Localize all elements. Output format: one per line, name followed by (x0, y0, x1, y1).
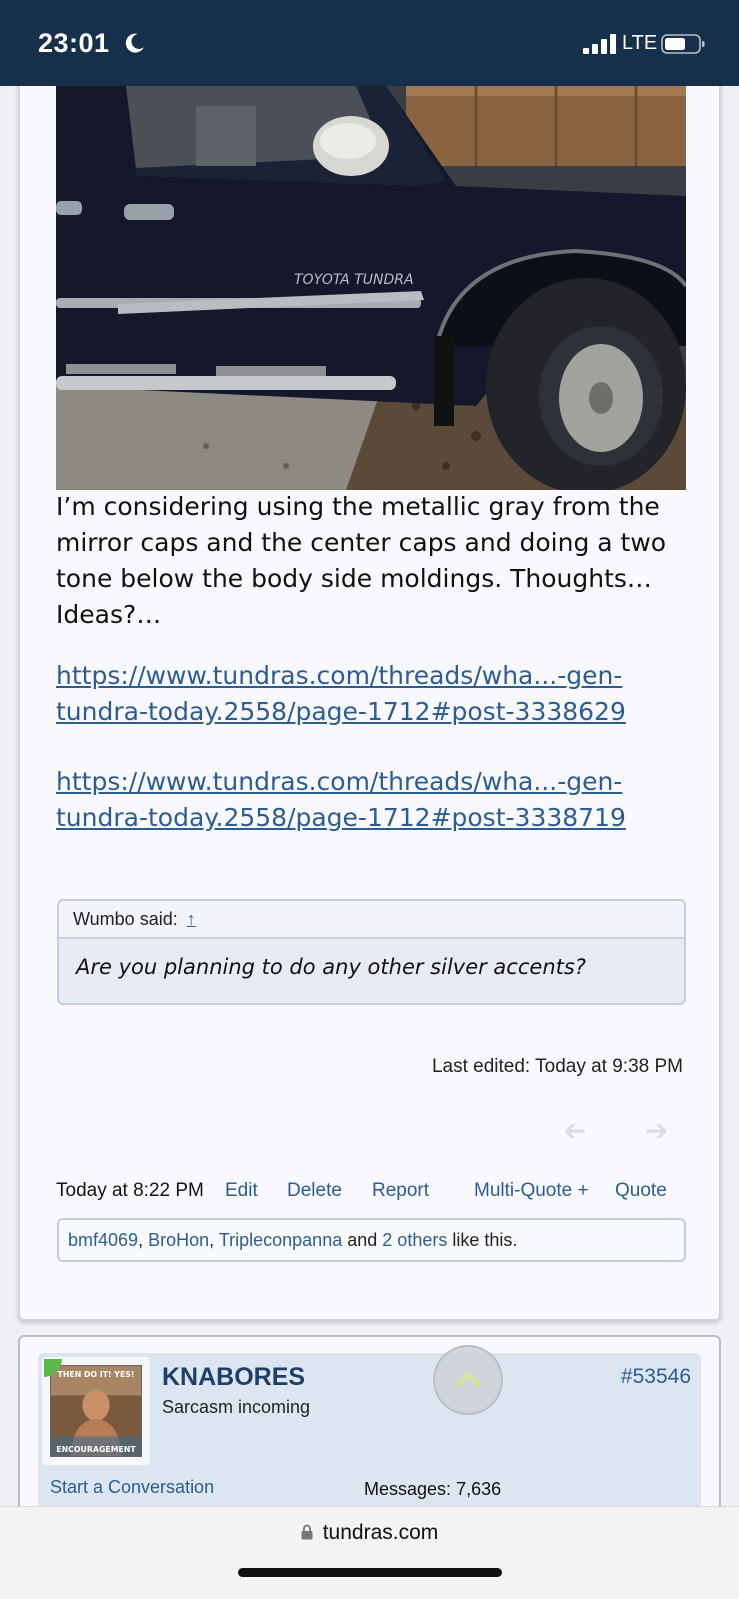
chevron-up-icon (455, 1371, 481, 1388)
post-card: TOYOTA TUNDRA I’m considering using the … (18, 86, 721, 1321)
messages-label: Messages: (364, 1479, 452, 1499)
likes-summary: bmf4069, BroHon, Tripleconpanna and 2 ot… (57, 1218, 686, 1262)
messages-count: 7,636 (456, 1479, 502, 1499)
status-bar: 23:01 LTE (0, 0, 739, 86)
avatar-caption-bottom: ENCOURAGEMENT (56, 1445, 136, 1454)
post-footer: Today at 8:22 PM Edit Delete Report Mult… (56, 1180, 686, 1206)
quote-text: Are you planning to do any other silver … (76, 955, 586, 979)
network-label: LTE (622, 32, 658, 54)
truck-photo[interactable]: TOYOTA TUNDRA (56, 86, 686, 490)
liker-link[interactable]: Tripleconpanna (219, 1230, 342, 1250)
multi-quote-link[interactable]: Multi-Quote + (474, 1180, 589, 1202)
report-link[interactable]: Report (372, 1180, 429, 1202)
post-link-2[interactable]: https://www.tundras.com/threads/wha...-g… (56, 764, 696, 836)
quote-author: Wumbo said: (73, 909, 178, 929)
avatar[interactable]: THEN DO IT! YES! ENCOURAGEMENT (50, 1365, 142, 1457)
arrow-left-icon[interactable]: ➔ (563, 1114, 586, 1147)
signal-icon (583, 34, 616, 54)
url-text: tundras.com (322, 1521, 439, 1544)
username[interactable]: KNABORES (162, 1363, 305, 1392)
likes-suffix: like this. (452, 1230, 518, 1250)
edit-link[interactable]: Edit (225, 1180, 258, 1202)
page-content[interactable]: TOYOTA TUNDRA I’m considering using the … (0, 86, 739, 1506)
lock-icon (301, 1524, 313, 1540)
post-number[interactable]: #53546 (621, 1365, 691, 1389)
quote-block: Wumbo said: ↑ Are you planning to do any… (57, 899, 686, 1005)
next-post-card: THEN DO IT! YES! ENCOURAGEMENT KNABORES … (18, 1335, 721, 1506)
post-timestamp[interactable]: Today at 8:22 PM (56, 1180, 204, 1202)
likes-others-link[interactable]: 2 others (382, 1230, 447, 1250)
post-link-1[interactable]: https://www.tundras.com/threads/wha...-g… (56, 658, 696, 730)
avatar-frame[interactable]: THEN DO IT! YES! ENCOURAGEMENT (42, 1357, 150, 1465)
status-time: 23:01 (38, 28, 110, 58)
truck-badge: TOYOTA TUNDRA (294, 272, 414, 288)
arrow-right-icon[interactable]: ➔ (645, 1114, 668, 1147)
url-display[interactable]: tundras.com (0, 1521, 739, 1545)
moon-icon (125, 33, 144, 53)
delete-link[interactable]: Delete (287, 1180, 342, 1202)
last-edited: Last edited: Today at 9:38 PM (431, 1056, 683, 1077)
home-indicator[interactable] (238, 1568, 502, 1577)
quote-header: Wumbo said: ↑ (59, 901, 684, 939)
battery-icon (661, 34, 705, 54)
liker-link[interactable]: BroHon (148, 1230, 209, 1250)
browser-address-bar[interactable]: tundras.com (0, 1506, 739, 1599)
avatar-caption-top: THEN DO IT! YES! (57, 1370, 134, 1379)
user-info-bar: THEN DO IT! YES! ENCOURAGEMENT KNABORES … (38, 1353, 701, 1506)
likes-and: and (347, 1230, 378, 1250)
messages-stat: Messages: 7,636 (364, 1479, 501, 1500)
liker-link[interactable]: bmf4069 (68, 1230, 138, 1250)
quote-link[interactable]: Quote (615, 1180, 667, 1202)
user-title: Sarcasm incoming (162, 1397, 311, 1417)
quote-jump-link[interactable]: ↑ (187, 909, 196, 929)
scroll-to-top-button[interactable] (433, 1345, 503, 1415)
post-body: I’m considering using the metallic gray … (56, 492, 667, 629)
start-conversation-link[interactable]: Start a Conversation (50, 1477, 214, 1498)
